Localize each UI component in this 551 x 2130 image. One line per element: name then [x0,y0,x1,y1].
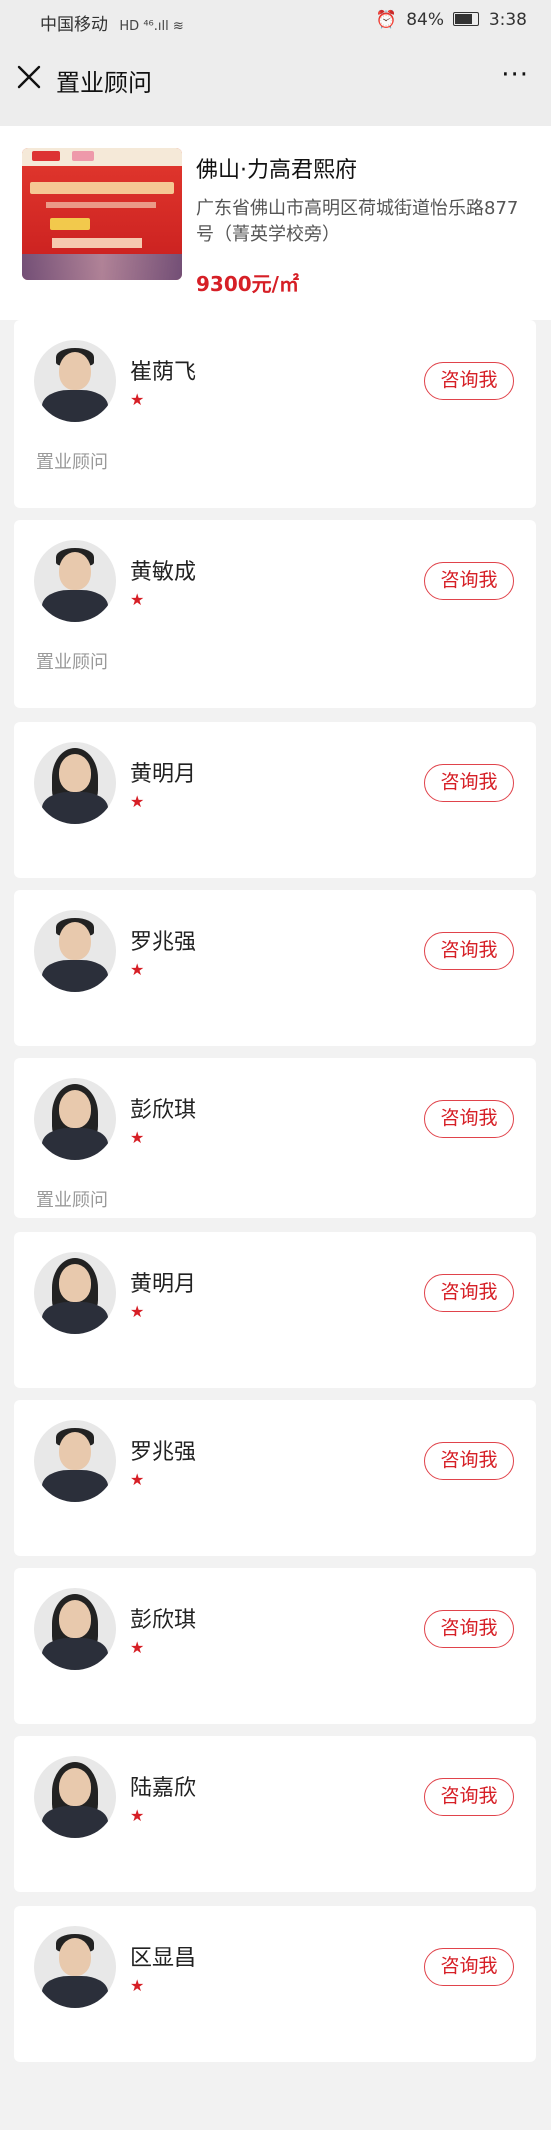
consult-button[interactable]: 咨询我 [424,1948,514,1986]
consult-button[interactable]: 咨询我 [424,1442,514,1480]
advisor-role: 置业顾问 [36,452,108,473]
star-icon: ★ [130,1806,145,1825]
star-icon: ★ [130,960,145,979]
carrier-label: 中国移动 [40,15,108,35]
advisor-card[interactable]: 陆嘉欣 ★ 咨询我 [14,1736,536,1892]
avatar [34,340,116,422]
close-icon[interactable] [14,62,44,92]
status-bar: 中国移动 HD ⁴⁶.ıll ≋ ⏰ 84% 3:38 [0,0,551,44]
advisor-name: 黄明月 [130,762,197,787]
battery-icon [453,12,480,26]
star-icon: ★ [130,1302,145,1321]
avatar [34,1078,116,1160]
advisor-card[interactable]: 彭欣琪 ★ 咨询我置业顾问 [14,1058,536,1218]
advisor-name: 黄敏成 [130,560,197,585]
consult-button[interactable]: 咨询我 [424,932,514,970]
advisor-name: 彭欣琪 [130,1098,197,1123]
star-icon: ★ [130,1470,145,1489]
advisor-role: 置业顾问 [36,652,108,673]
advisor-card[interactable]: 罗兆强 ★ 咨询我 [14,1400,536,1556]
advisor-name: 陆嘉欣 [130,1776,197,1801]
avatar [34,742,116,824]
advisor-role: 置业顾问 [36,1190,108,1211]
clock: 3:38 [488,10,527,30]
advisor-name: 黄明月 [130,1272,197,1297]
avatar [34,1420,116,1502]
star-icon: ★ [130,792,145,811]
advisor-name: 区显昌 [130,1946,197,1971]
advisor-card[interactable]: 黄敏成 ★ 咨询我置业顾问 [14,520,536,708]
advisor-card[interactable]: 黄明月 ★ 咨询我 [14,722,536,878]
project-banner-image [22,148,182,280]
alarm-icon: ⏰ [375,10,397,30]
star-icon: ★ [130,1128,145,1147]
star-icon: ★ [130,590,145,609]
consult-button[interactable]: 咨询我 [424,562,514,600]
project-name: 佛山·力高君熙府 [196,158,357,183]
more-icon[interactable]: ··· [501,60,529,90]
advisor-name: 罗兆强 [130,1440,197,1465]
battery-percent: 84% [406,10,444,30]
project-price: 9300元/㎡ [196,272,299,296]
advisor-name: 罗兆强 [130,930,197,955]
avatar [34,540,116,622]
consult-button[interactable]: 咨询我 [424,1610,514,1648]
project-card[interactable]: 佛山·力高君熙府 广东省佛山市高明区荷城街道怡乐路877号（菁英学校旁） 930… [0,126,551,320]
project-address: 广东省佛山市高明区荷城街道怡乐路877号（菁英学校旁） [196,198,519,245]
star-icon: ★ [130,1976,145,1995]
consult-button[interactable]: 咨询我 [424,764,514,802]
page-title: 置业顾问 [56,69,152,97]
avatar [34,910,116,992]
consult-button[interactable]: 咨询我 [424,1100,514,1138]
advisor-card[interactable]: 彭欣琪 ★ 咨询我 [14,1568,536,1724]
avatar [34,1588,116,1670]
nav-bar: 置业顾问 ··· [0,44,551,126]
star-icon: ★ [130,1638,145,1657]
advisor-name: 崔荫飞 [130,360,197,385]
star-icon: ★ [130,390,145,409]
avatar [34,1926,116,2008]
avatar [34,1252,116,1334]
consult-button[interactable]: 咨询我 [424,1778,514,1816]
advisor-card[interactable]: 区显昌 ★ 咨询我 [14,1906,536,2062]
advisor-name: 彭欣琪 [130,1608,197,1633]
avatar [34,1756,116,1838]
advisor-card[interactable]: 黄明月 ★ 咨询我 [14,1232,536,1388]
consult-button[interactable]: 咨询我 [424,362,514,400]
advisor-card[interactable]: 崔荫飞 ★ 咨询我置业顾问 [14,320,536,508]
advisor-card[interactable]: 罗兆强 ★ 咨询我 [14,890,536,1046]
consult-button[interactable]: 咨询我 [424,1274,514,1312]
signal-icon: HD ⁴⁶.ıll ≋ [119,19,184,34]
